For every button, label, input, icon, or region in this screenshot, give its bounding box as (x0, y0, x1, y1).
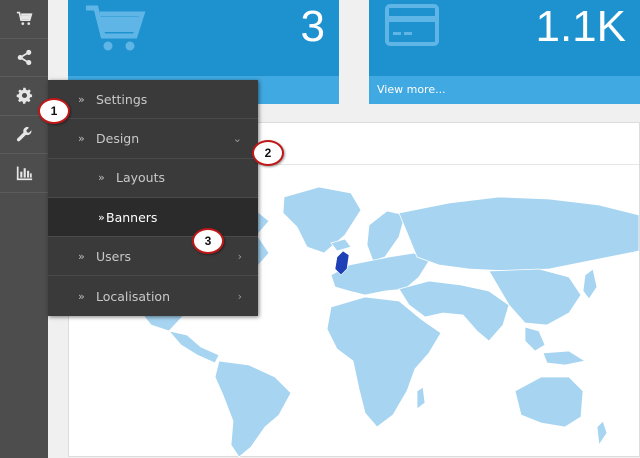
bar-chart-icon (16, 166, 32, 181)
shopping-cart-icon (16, 11, 32, 26)
double-chevron-icon: ›› (78, 131, 85, 145)
chevron-right-icon: › (237, 289, 242, 303)
menu-item-banners[interactable]: ›› Banners (48, 197, 258, 238)
sidebar-item-reports[interactable] (0, 154, 48, 193)
gear-icon (16, 88, 32, 105)
stat-value: 1.1K (535, 2, 626, 51)
double-chevron-icon: ›› (78, 289, 85, 303)
sidebar-item-marketing[interactable] (0, 39, 48, 77)
menu-item-users[interactable]: ›› Users › (48, 237, 258, 277)
double-chevron-icon: ›› (98, 171, 105, 185)
callout-marker-3: 3 (192, 228, 224, 254)
share-icon (17, 49, 31, 65)
menu-item-layouts[interactable]: ›› Layouts (48, 159, 258, 198)
sidebar-item-tools[interactable] (0, 116, 48, 154)
callout-marker-2: 2 (252, 140, 284, 166)
double-chevron-icon: ›› (78, 249, 85, 263)
dashboard-screen: 3 1.1K View more... ›› Settings ›› Desig… (0, 0, 640, 458)
stat-tile-sales: 1.1K View more... (369, 0, 640, 104)
callout-marker-1: 1 (38, 98, 70, 124)
double-chevron-icon: ›› (78, 92, 85, 106)
chevron-down-icon: ⌄ (232, 131, 242, 145)
shopping-cart-icon (84, 4, 148, 56)
menu-item-design[interactable]: ›› Design ⌄ (48, 119, 258, 159)
menu-item-localisation[interactable]: ›› Localisation › (48, 276, 258, 315)
chevron-right-icon: › (237, 249, 242, 263)
system-flyout-menu: ›› Settings ›› Design ⌄ ›› Layouts ›› Ba… (48, 80, 258, 316)
double-chevron-icon: ›› (98, 210, 105, 224)
sidebar-item-sales[interactable] (0, 0, 48, 39)
credit-card-icon (385, 4, 441, 52)
menu-item-settings[interactable]: ›› Settings (48, 80, 258, 120)
stat-footer-link[interactable]: View more... (369, 76, 640, 104)
wrench-icon (16, 126, 32, 142)
stat-value: 3 (300, 2, 325, 51)
sidebar (0, 0, 48, 458)
